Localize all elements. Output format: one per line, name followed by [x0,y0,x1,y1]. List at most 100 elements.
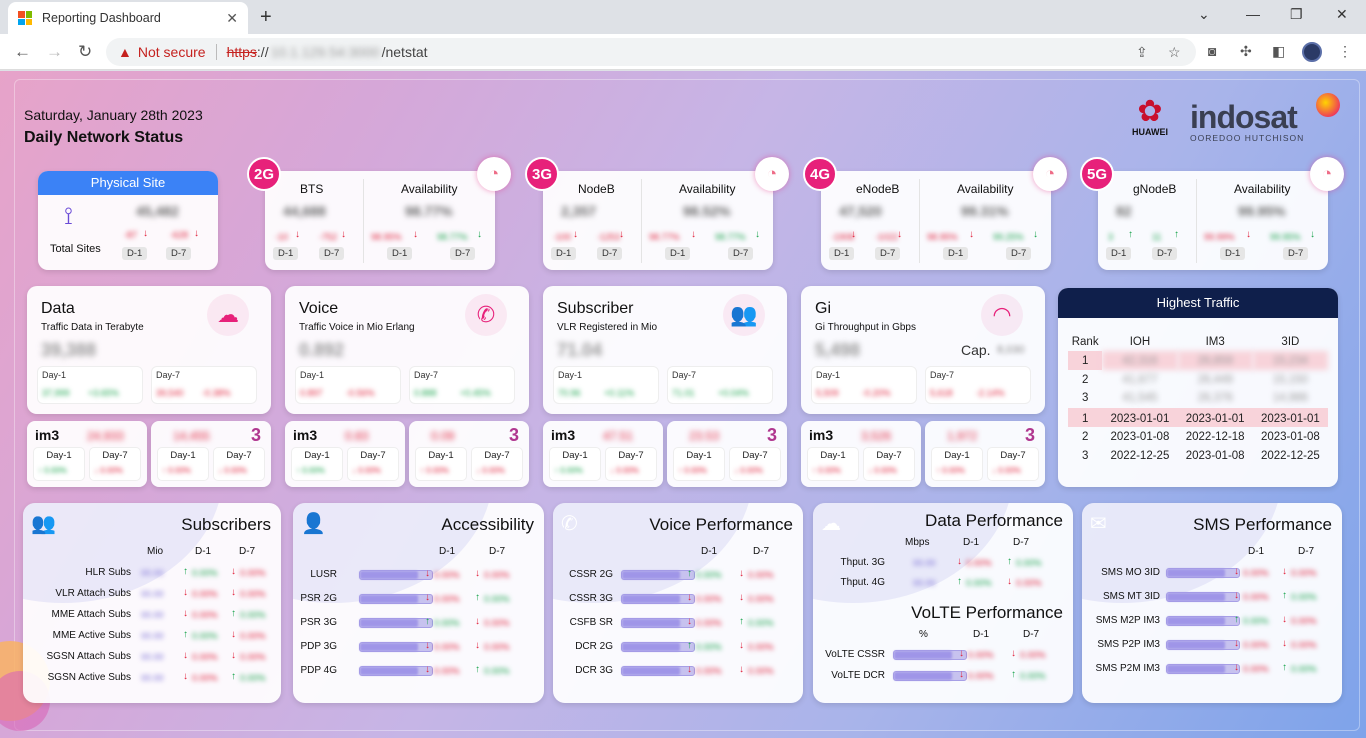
table-row: 3 2022-12-25 2023-01-08 2022-12-25 [1081,449,1320,462]
three-logo: 3 [766,425,777,445]
avail-d7-delta: 99.95% [1270,232,1301,242]
voice-performance-title: Voice Performance [649,515,793,534]
d1-chip: D-1 [551,247,577,260]
menu-icon[interactable]: ⋮ [1338,43,1352,60]
arrow-down-icon: ↓ [475,568,480,579]
arrow-down-icon: ↓ [1234,566,1239,577]
share-icon[interactable]: ⇪ [1136,44,1148,61]
tab-search-icon[interactable]: ⌄ [1198,6,1210,23]
forward-icon[interactable]: → [46,42,63,62]
delta-value: 0.00% [748,666,774,676]
arrow-up-icon: ↓ [755,229,760,240]
card-divider [1196,179,1197,263]
metric-title: Data [41,300,75,317]
phone-icon: ✆ [465,294,507,336]
day1-box: Day-1 ↑ 0.00% [33,447,85,481]
profile-avatar[interactable] [1302,42,1322,62]
delta-value: 0.00% [1291,664,1317,674]
brand-card-3: 3 1,972 Day-1 ↑ 0.00% Day-7 ↓ 0.00% [925,421,1045,487]
camera-icon[interactable]: ◙ [1208,43,1216,59]
delta-value: 0.00% [484,570,510,580]
value-bar [1166,592,1240,602]
antenna-icon: ⟟ [64,203,73,230]
value-bar [893,650,967,660]
day1-box: Day-1 ↑ 0.00% [673,447,725,481]
delta-value: 0.00% [1016,558,1042,568]
day7-box: Day-7 ↓ 0.00% [605,447,657,481]
delta-value: 0.00% [240,568,266,578]
metric-value: 5,498 [815,340,861,360]
day7-box: Day-7 ↓ 0.00% [213,447,265,481]
day1-box: Day-1 ↑ 0.00% [931,447,983,481]
arrow-down-icon: ↓ [1234,590,1239,601]
accessibility-title: Accessibility [441,515,534,534]
brand-value: 3,526 [861,429,892,443]
metric-subtitle: VLR Registered in Mio [557,322,658,333]
close-tab-icon[interactable]: ✕ [226,10,238,27]
d7-chip: D-7 [875,247,901,260]
side-panel-icon[interactable]: ◧ [1272,43,1285,60]
availability-label: Availability [1234,182,1291,196]
arrow-down-icon: ↓ [1282,566,1287,577]
count-value: 2,357 [561,203,597,219]
omnibox[interactable]: ▲ Not secure https :// 10.1.129.54:3000 … [106,38,1196,66]
tech-card-2g: BTS 44,688 Availability 98.77% -10 ↓ -752 ↓ 98.9… [265,171,495,270]
tab-reporting-dashboard[interactable]: Reporting Dashboard ✕ [8,2,248,34]
value-bar [359,570,433,580]
arrow-down-icon: ↓ [231,650,236,661]
delta-value: 0.00% [1243,616,1269,626]
arrow-up-icon: ↑ [231,671,236,682]
count-d7-delta: -1253 [597,232,621,242]
count-label: BTS [300,182,324,196]
metric-card-voice: Voice Traffic Voice in Mio Erlang 0.892 ✆ Da… [285,286,529,414]
capacity-value: 8,030 [997,344,1025,356]
arrow-up-icon: ↑ [1128,229,1133,240]
row-label: PDP 4G [300,665,338,676]
delta-value: 0.00% [748,594,774,604]
day1-box: Day-1 37,999 +3.65% [37,366,143,404]
arrow-down-icon: ↓ [295,229,300,240]
brand-value: 24,933 [87,429,124,443]
cloud-download-icon: ☁ [207,294,249,336]
day1-box: Day-1 5,509 -0.20% [811,366,917,404]
minimize-icon[interactable]: — [1246,6,1260,22]
accessibility-panel: 👤 Accessibility D-1 D-7 LUSR ↓ 0.00% ↓ 0.00%… [293,503,544,703]
avail-d1-delta: 98.77% [649,232,680,242]
value-bar [359,666,433,676]
delta-value: 0.00% [966,558,992,568]
avail-d7-delta: 99.25% [993,232,1024,242]
highest-traffic-card: Highest Traffic Rank IOH IM3 3ID 1 42,316… [1058,288,1338,487]
physical-site-title: Physical Site [38,171,218,195]
metric-subtitle: Traffic Data in Terabyte [41,322,144,333]
not-secure-label[interactable]: Not secure [138,44,206,60]
row-value: 00.00 [913,558,936,568]
avail-d7-delta: 98.77% [437,232,468,242]
bookmark-star-icon[interactable]: ☆ [1168,44,1181,61]
count-d1-delta: -100 [553,232,572,242]
brand-value: 14,455 [173,429,210,443]
metric-subtitle: Traffic Voice in Mio Erlang [299,322,415,333]
delta-value: 0.00% [484,666,510,676]
day7-box: Day-7 71.01 +0.04% [667,366,773,404]
delta-value: 0.00% [192,568,218,578]
extensions-icon[interactable]: ✣ [1240,43,1252,60]
row-label: PDP 3G [300,641,338,652]
back-icon[interactable]: ← [14,42,31,62]
new-tab-button[interactable]: + [260,6,272,29]
brand-card-im3: im3 0.83 Day-1 ↑ 0.00% Day-7 ↓ 0.00% [285,421,405,487]
count-value: 44,688 [283,203,326,219]
arrow-down-icon: ↓ [1282,638,1287,649]
arrow-down-icon: ↓ [969,229,974,240]
row-value: 00.00 [141,673,164,683]
arrow-up-icon: ↑ [1234,614,1239,625]
rss-icon: ◔ [1310,157,1344,191]
row-label: Thput. 4G [840,577,885,588]
count-label: eNodeB [856,182,900,196]
restore-icon[interactable]: ❐ [1290,6,1303,23]
reload-icon[interactable]: ↻ [78,42,92,62]
close-window-icon[interactable]: ✕ [1336,6,1348,23]
brand-card-3: 3 0.09 Day-1 ↑ 0.00% Day-7 ↓ 0.00% [409,421,529,487]
day7-box: Day-7 5,618 -2.14% [925,366,1031,404]
metric-subtitle: Gi Throughput in Gbps [815,322,916,333]
delta-value: 0.00% [1291,592,1317,602]
